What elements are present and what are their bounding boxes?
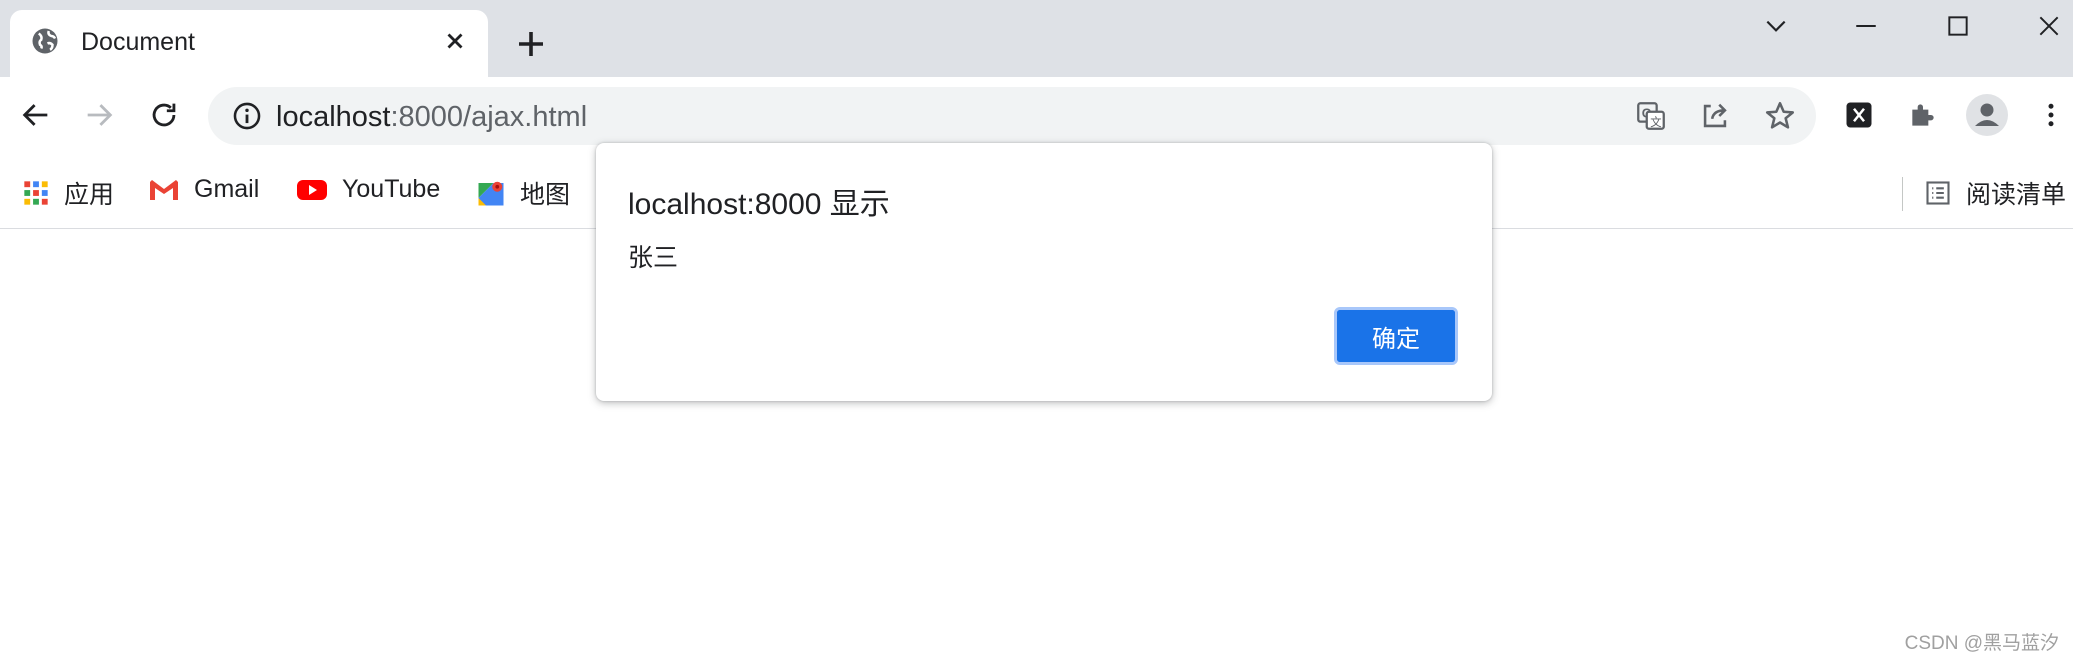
youtube-icon <box>296 178 328 202</box>
tab-strip: Document <box>0 0 2073 77</box>
translate-icon[interactable]: G文 <box>1634 99 1668 133</box>
bookmarks-separator <box>1902 177 1903 211</box>
address-bar[interactable]: localhost:8000/ajax.html G文 <box>208 87 1816 145</box>
back-arrow-icon[interactable] <box>14 93 58 137</box>
url-path: :8000/ajax.html <box>390 101 588 133</box>
new-tab-plus-icon[interactable] <box>513 26 549 62</box>
more-menu-icon[interactable] <box>2029 93 2073 137</box>
bookmark-label: 应用 <box>64 181 115 209</box>
reading-list-icon <box>1924 179 1952 207</box>
bookmark-gmail[interactable]: Gmail <box>148 175 259 204</box>
url-host: localhost <box>276 101 391 133</box>
bookmark-apps[interactable]: 应用 <box>22 175 114 211</box>
url-text[interactable]: localhost:8000/ajax.html <box>276 101 587 134</box>
minimize-icon[interactable] <box>1836 4 1896 48</box>
bookmark-label: Gmail <box>194 175 260 203</box>
reading-list-button[interactable]: 阅读清单 <box>1924 175 2066 211</box>
tab-document[interactable]: Document <box>10 10 488 77</box>
bookmark-label: 地图 <box>520 181 571 209</box>
extension-x-icon[interactable] <box>1837 93 1881 137</box>
profile-avatar-icon[interactable] <box>1965 93 2009 137</box>
tab-title: Document <box>81 28 195 56</box>
tab-search-icon[interactable] <box>1746 4 1806 48</box>
forward-arrow-icon[interactable] <box>77 93 121 137</box>
watermark: CSDN @黑马蓝汐 <box>1904 633 2059 654</box>
globe-icon <box>30 26 60 56</box>
dialog-message: 张三 <box>628 244 679 272</box>
bookmark-label: YouTube <box>342 175 441 203</box>
apps-grid-icon <box>22 179 50 207</box>
gmail-icon <box>148 177 180 203</box>
info-icon[interactable] <box>230 99 264 133</box>
alert-dialog: localhost:8000 显示 张三 确定 <box>596 143 1492 401</box>
svg-text:文: 文 <box>1650 115 1661 129</box>
ok-button[interactable]: 确定 <box>1334 307 1458 365</box>
maps-icon <box>476 178 506 208</box>
dialog-title: localhost:8000 显示 <box>628 188 890 221</box>
bookmark-maps[interactable]: 地图 <box>476 175 570 211</box>
reload-icon[interactable] <box>142 93 186 137</box>
share-icon[interactable] <box>1698 99 1732 133</box>
maximize-icon[interactable] <box>1928 4 1988 48</box>
tab-close-icon[interactable] <box>442 28 468 54</box>
extensions-puzzle-icon[interactable] <box>1901 93 1945 137</box>
reading-list-label: 阅读清单 <box>1966 181 2067 209</box>
bookmark-youtube[interactable]: YouTube <box>296 175 440 204</box>
bookmark-star-icon[interactable] <box>1763 99 1797 133</box>
close-icon[interactable] <box>2019 4 2073 48</box>
